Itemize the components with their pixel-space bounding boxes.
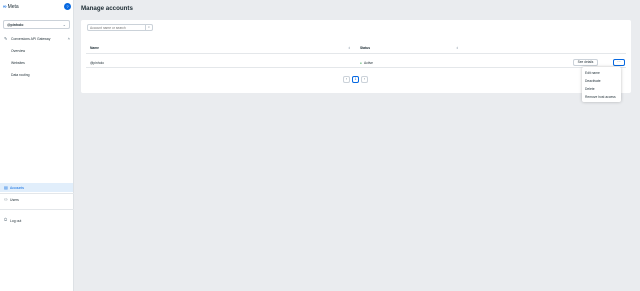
row-actions-menu: Edit name Deactivate Delete Remove host … [582, 67, 621, 102]
wrench-icon: ✎ [4, 36, 8, 41]
chevron-down-icon: ⌄ [62, 22, 66, 27]
search-icon[interactable]: ⌕ [145, 25, 152, 30]
nav-item-accounts[interactable]: ▤ Accounts [0, 183, 73, 192]
menu-item-edit-name[interactable]: Edit name [585, 71, 600, 75]
sort-icon[interactable]: ⇕ [456, 46, 459, 50]
status-badge: Active [364, 61, 373, 65]
see-details-button[interactable]: See details [573, 59, 598, 66]
more-options-button[interactable]: ··· [613, 59, 625, 66]
menu-item-remove-host-access[interactable]: Remove host access [585, 95, 616, 99]
account-name: @pinholo [90, 61, 104, 65]
column-header-name[interactable]: Name [90, 46, 99, 50]
brand-row: ∞Meta ? [3, 3, 71, 11]
meta-logo-text: Meta [7, 4, 19, 10]
meta-logo[interactable]: ∞Meta [3, 4, 19, 10]
search-input[interactable] [90, 25, 145, 31]
account-select[interactable]: @pinholo ⌄ [3, 20, 70, 29]
pagination-next-button[interactable]: › [361, 76, 368, 83]
sort-icon[interactable]: ⇕ [348, 46, 351, 50]
nav-item-websites[interactable]: Websites [11, 61, 25, 65]
pagination-prev-button[interactable]: ‹ [343, 76, 350, 83]
chevron-up-icon: ˄ [67, 36, 70, 41]
meta-logo-mark: ∞ [3, 4, 7, 10]
column-header-status[interactable]: Status [360, 46, 370, 50]
status-dot-icon: ● [360, 61, 362, 65]
nav-item-overview[interactable]: Overview [11, 49, 25, 53]
pagination-current-page[interactable]: 1 [352, 76, 359, 83]
nav-item-label: Users [10, 197, 19, 202]
table-row[interactable]: @pinholo ● Active See details ··· [86, 55, 626, 68]
users-icon: ⚇ [4, 198, 8, 202]
nav-item-label: Accounts [10, 185, 24, 190]
nav-item-users[interactable]: ⚇ Users [0, 195, 73, 204]
page-title: Manage accounts [81, 5, 133, 12]
question-icon[interactable]: ? [64, 3, 71, 10]
search-box: ⌕ [87, 24, 153, 31]
accounts-card: ⌕ Name ⇕ Status ⇕ @pinholo ● Active See … [81, 20, 631, 93]
menu-item-deactivate[interactable]: Deactivate [585, 79, 601, 83]
sidebar: ∞Meta ? @pinholo ⌄ ✎ Conversions API Gat… [0, 0, 74, 291]
logout-icon: ⏻ [4, 218, 8, 222]
nav-section-label: Conversions API Gateway [11, 37, 51, 41]
nav-conversions-api-gateway[interactable]: ✎ Conversions API Gateway ˄ [3, 35, 71, 43]
sidebar-divider [0, 193, 74, 194]
nav-item-data-routing[interactable]: Data routing [11, 73, 29, 77]
table-header: Name ⇕ Status ⇕ [86, 41, 626, 54]
menu-item-delete[interactable]: Delete [585, 87, 595, 91]
nav-item-label: Log out [10, 218, 22, 223]
accounts-icon: ▤ [4, 186, 8, 190]
nav-item-log-out[interactable]: ⏻ Log out [0, 216, 73, 225]
sidebar-divider [0, 209, 74, 210]
account-select-value: @pinholo [7, 23, 24, 27]
